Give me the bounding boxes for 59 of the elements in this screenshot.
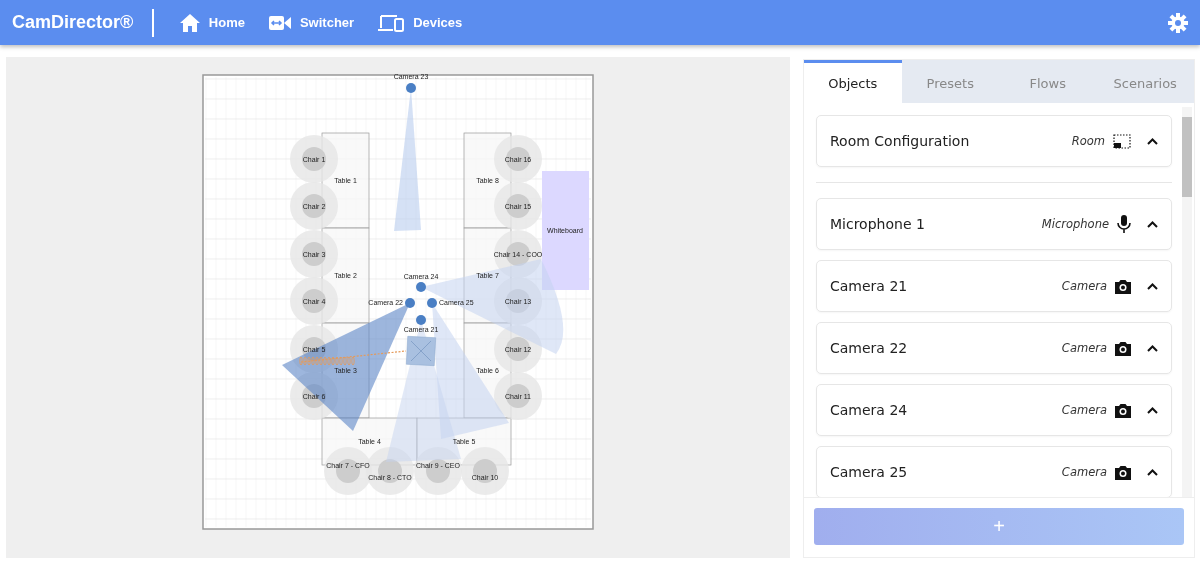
collapse-chevron-icon[interactable] [1147, 344, 1158, 352]
object-name: Camera 25 [830, 464, 909, 480]
nav-link[interactable]: Devices [378, 13, 463, 32]
camera-icon [1115, 402, 1131, 418]
object-card[interactable]: Camera 22 Camera [816, 322, 1172, 374]
brand-logo[interactable]: CamDirector® [12, 12, 134, 33]
object-name: Camera 21 [830, 278, 909, 294]
tab[interactable]: Presets [901, 60, 999, 103]
camera-icon [1115, 340, 1131, 356]
camera-marker[interactable] [426, 298, 437, 308]
object-name: Camera 24 [830, 402, 909, 418]
object-name: Camera 22 [830, 340, 909, 356]
tab[interactable]: Flows [999, 60, 1097, 103]
chair[interactable] [505, 147, 530, 171]
object-name: Room Configuration [830, 133, 971, 149]
chair[interactable] [301, 242, 326, 266]
chair[interactable] [301, 194, 326, 218]
camera-marker[interactable] [404, 298, 415, 308]
camera-icon [1115, 278, 1131, 294]
object-type: Camera [1061, 403, 1107, 417]
settings-icon[interactable] [1168, 12, 1188, 33]
camera-marker[interactable] [415, 282, 426, 292]
microphone-icon [1117, 215, 1131, 233]
object-type: Camera [1061, 341, 1107, 355]
object-name: Microphone 1 [830, 216, 926, 232]
video-camera-icon [268, 14, 291, 31]
microphone-marker[interactable] [405, 336, 436, 366]
object-type: Microphone [1041, 217, 1109, 231]
room-icon [1113, 133, 1131, 149]
object-card[interactable]: Camera 24 Camera [816, 384, 1172, 436]
chair[interactable] [301, 289, 326, 313]
nav-link[interactable]: Home [179, 13, 245, 32]
chair[interactable] [505, 337, 530, 361]
devices-icon [378, 13, 405, 32]
object-type: Room [1071, 134, 1105, 148]
chair[interactable] [505, 384, 530, 408]
collapse-chevron-icon[interactable] [1147, 137, 1158, 145]
camera-marker[interactable] [405, 83, 416, 93]
chair[interactable] [505, 194, 530, 218]
collapse-chevron-icon[interactable] [1147, 406, 1158, 414]
chair[interactable] [472, 459, 497, 483]
object-card[interactable]: Room Configuration Room [816, 115, 1172, 167]
chair[interactable] [301, 337, 326, 361]
nav-link[interactable]: Switcher [268, 14, 355, 31]
object-card[interactable]: Camera 21 Camera [816, 260, 1172, 312]
chair[interactable] [301, 147, 326, 171]
home-icon [179, 13, 200, 32]
object-card[interactable]: Microphone 1 Microphone [816, 198, 1172, 250]
collapse-chevron-icon[interactable] [1147, 220, 1158, 228]
tab[interactable]: Scenarios [1096, 60, 1194, 103]
collapse-chevron-icon[interactable] [1147, 468, 1158, 476]
scrollbar[interactable] [1182, 107, 1192, 497]
chair[interactable] [301, 384, 326, 408]
camera-icon [1115, 464, 1131, 480]
camera-marker[interactable] [415, 315, 426, 325]
add-button[interactable]: + [814, 508, 1184, 545]
object-type: Camera [1061, 279, 1107, 293]
object-type: Camera [1061, 465, 1107, 479]
collapse-chevron-icon[interactable] [1147, 282, 1158, 290]
